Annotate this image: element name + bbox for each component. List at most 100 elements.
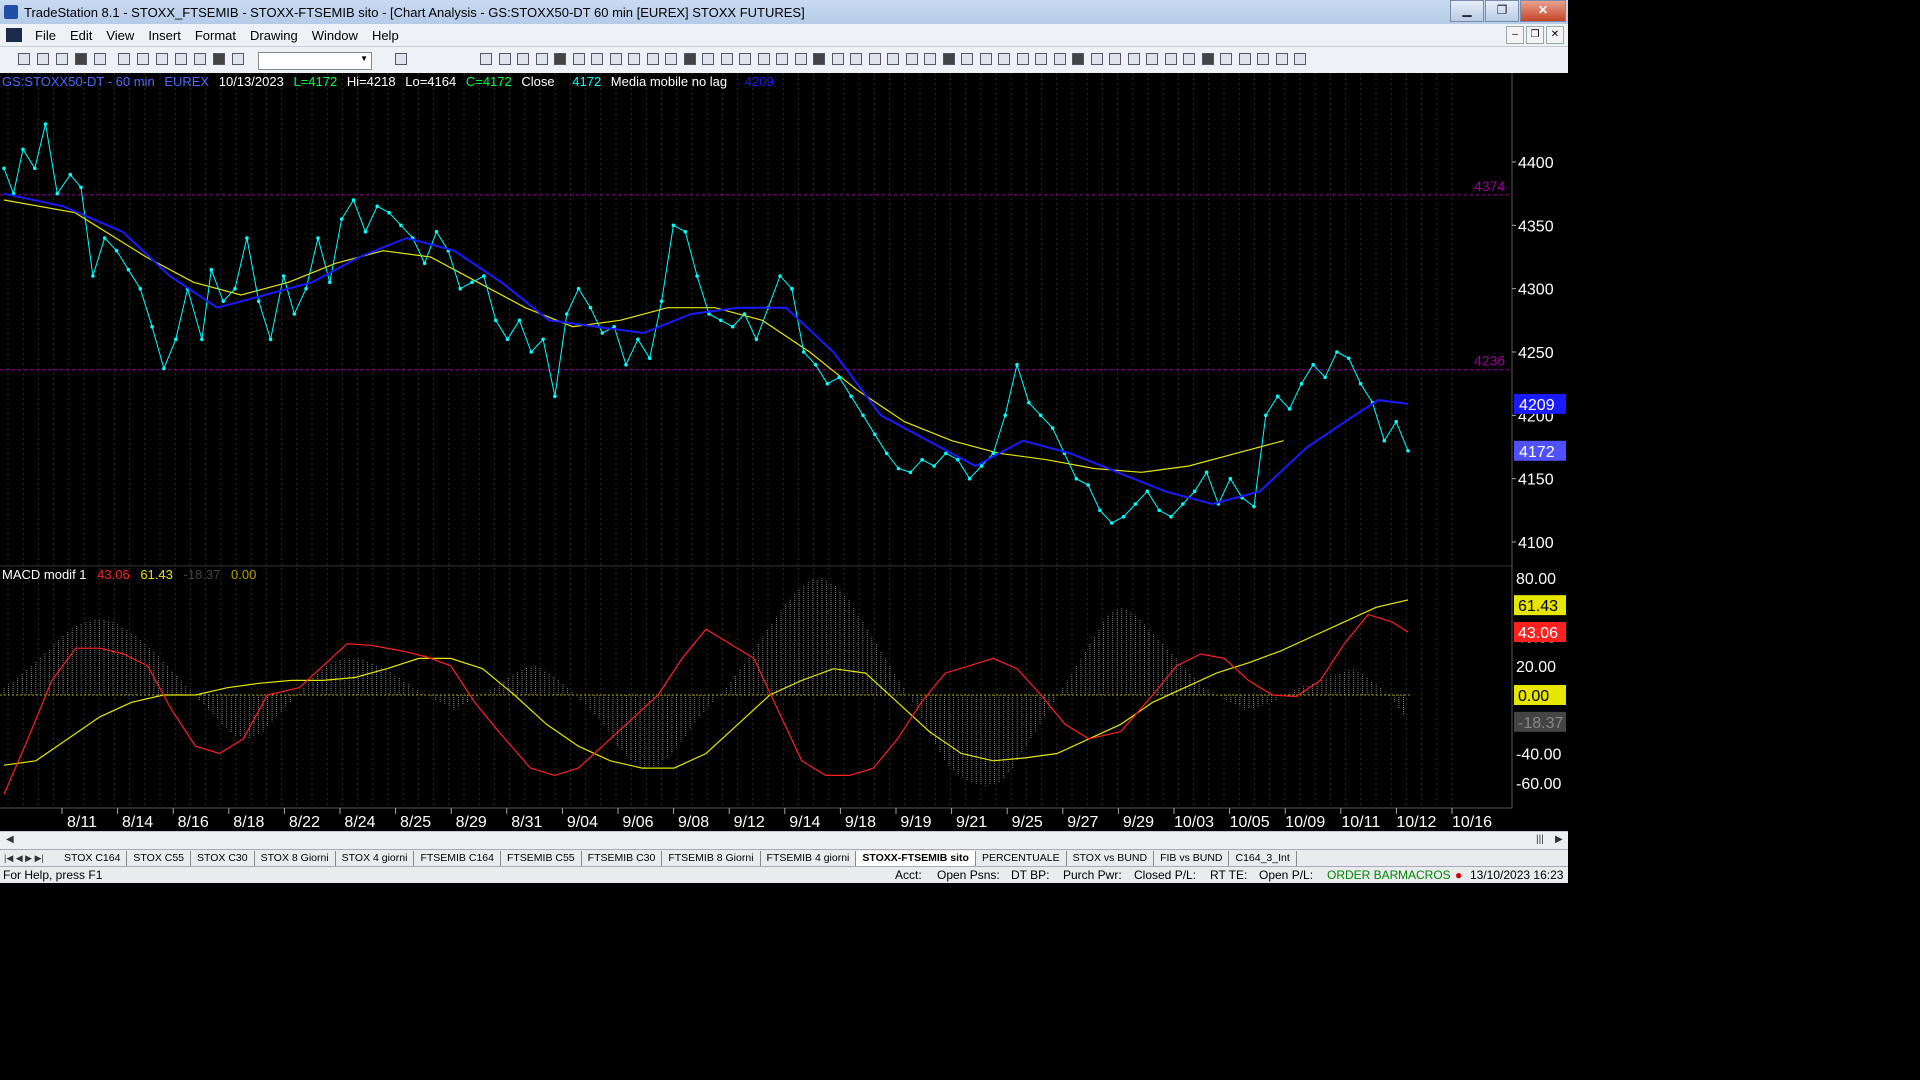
menu-insert[interactable]: Insert — [141, 28, 188, 43]
toolbar-tool-icon[interactable] — [757, 53, 770, 65]
toolbar-tool-icon[interactable] — [1257, 53, 1269, 65]
toolbar-tool-icon[interactable] — [905, 53, 918, 65]
workspace-tab[interactable]: STOX C55 — [127, 851, 191, 866]
menu-edit[interactable]: Edit — [63, 28, 99, 43]
scroll-grip-icon[interactable]: ||| — [1536, 834, 1544, 845]
toolbar-tool-icon[interactable] — [1201, 53, 1214, 65]
toolbar-tool-icon[interactable] — [942, 53, 955, 65]
toolbar-tool-icon[interactable] — [591, 53, 603, 65]
menu-format[interactable]: Format — [188, 28, 243, 43]
workspace-tab[interactable]: STOX 4 giorni — [336, 851, 415, 866]
minimize-button[interactable]: ▁ — [1450, 0, 1484, 22]
toolbar-tool-icon[interactable] — [137, 53, 149, 65]
menu-view[interactable]: View — [99, 28, 141, 43]
toolbar-tool-icon[interactable] — [1183, 53, 1195, 65]
scroll-right-icon[interactable]: ▶ — [1555, 834, 1563, 845]
workspace-tab[interactable]: STOX vs BUND — [1067, 851, 1155, 866]
menu-file[interactable]: File — [28, 28, 63, 43]
workspace-tab[interactable]: FTSEMIB C55 — [501, 851, 582, 866]
menu-help[interactable]: Help — [365, 28, 406, 43]
toolbar-tool-icon[interactable] — [535, 53, 548, 65]
scroll-left-icon[interactable]: ◀ — [6, 834, 14, 845]
status-macros[interactable]: MACROS — [1398, 868, 1451, 882]
toolbar-tool-icon[interactable] — [868, 53, 881, 65]
workspace-tab[interactable]: FTSEMIB 8 Giorni — [662, 851, 761, 866]
close-button[interactable]: ✕ — [1520, 0, 1566, 22]
menu-drawing[interactable]: Drawing — [243, 28, 305, 43]
toolbar-tool-icon[interactable] — [1294, 53, 1306, 65]
workspace-tab[interactable]: STOX 8 Giorni — [255, 851, 336, 866]
toolbar-tool-icon[interactable] — [18, 53, 30, 65]
symbol-combo[interactable] — [258, 52, 372, 70]
toolbar-tool-icon[interactable] — [628, 53, 640, 65]
price-point — [2, 166, 6, 171]
toolbar-tool-icon[interactable] — [1090, 53, 1103, 65]
toolbar-tool-icon[interactable] — [37, 53, 49, 65]
toolbar-tool-icon[interactable] — [175, 53, 187, 65]
menu-window[interactable]: Window — [305, 28, 365, 43]
toolbar-tool-icon[interactable] — [702, 53, 714, 65]
toolbar-tool-icon[interactable] — [554, 53, 566, 65]
toolbar-tool-icon[interactable] — [887, 53, 899, 65]
toolbar-tool-icon[interactable] — [480, 53, 492, 65]
doc-restore-button[interactable]: ❐ — [1526, 26, 1544, 44]
toolbar-tool-icon[interactable] — [56, 53, 68, 65]
price-point — [1382, 438, 1387, 443]
workspace-tab[interactable]: STOX C164 — [58, 851, 128, 866]
toolbar-tool-icon[interactable] — [665, 53, 677, 65]
header-lo: Lo=4164 — [405, 74, 457, 89]
toolbar-tool-icon[interactable] — [813, 53, 825, 65]
status-order-bar[interactable]: ORDER BAR — [1327, 868, 1398, 882]
toolbar-tool-icon[interactable] — [75, 53, 87, 65]
toolbar-tool-icon[interactable] — [194, 53, 206, 65]
toolbar-tool-icon[interactable] — [1275, 53, 1288, 65]
workspace-tab[interactable]: PERCENTUALE — [976, 851, 1067, 866]
toolbar-tool-icon[interactable] — [850, 53, 862, 65]
toolbar-tool-icon[interactable] — [213, 53, 225, 65]
toolbar-tool-icon[interactable] — [1146, 53, 1158, 65]
toolbar-tool-icon[interactable] — [156, 53, 168, 65]
toolbar-tool-icon[interactable] — [831, 53, 844, 65]
toolbar-tool-icon[interactable] — [94, 53, 106, 65]
workspace-tab[interactable]: STOX C30 — [191, 851, 255, 866]
toolbar-tool-icon[interactable] — [1164, 53, 1177, 65]
toolbar-tool-icon[interactable] — [1109, 53, 1121, 65]
doc-close-button[interactable]: ✕ — [1546, 26, 1564, 44]
toolbar-tool-icon[interactable] — [1238, 53, 1251, 65]
toolbar-tool-icon[interactable] — [794, 53, 807, 65]
workspace-tab[interactable]: FTSEMIB C164 — [414, 851, 501, 866]
toolbar-tool-icon[interactable] — [961, 53, 973, 65]
workspace-tab[interactable]: STOXX-FTSEMIB sito — [856, 851, 976, 866]
workspace-tab[interactable]: FTSEMIB C30 — [582, 851, 663, 866]
toolbar-tool-icon[interactable] — [776, 53, 788, 65]
toolbar-tool-icon[interactable] — [1072, 53, 1084, 65]
toolbar-tool-icon[interactable] — [1127, 53, 1140, 65]
toolbar-tool-icon[interactable] — [1053, 53, 1066, 65]
toolbar-tool-icon[interactable] — [232, 53, 244, 65]
toolbar-tool-icon[interactable] — [646, 53, 659, 65]
tab-nav-icon[interactable]: |◀ ◀ ▶ ▶| — [0, 853, 58, 864]
toolbar-tool-icon[interactable] — [1220, 53, 1232, 65]
toolbar-tool-icon[interactable] — [609, 53, 622, 65]
toolbar-tool-icon[interactable] — [395, 53, 407, 65]
toolbar-tool-icon[interactable] — [498, 53, 511, 65]
horizontal-scrollbar[interactable]: ◀ ||| ▶ — [0, 831, 1568, 849]
toolbar-tool-icon[interactable] — [118, 53, 130, 65]
toolbar-tool-icon[interactable] — [683, 53, 696, 65]
workspace-tab[interactable]: FIB vs BUND — [1154, 851, 1230, 866]
toolbar-tool-icon[interactable] — [517, 53, 529, 65]
toolbar-tool-icon[interactable] — [1016, 53, 1029, 65]
toolbar-tool-icon[interactable] — [572, 53, 585, 65]
toolbar-tool-icon[interactable] — [1035, 53, 1047, 65]
workspace-tab[interactable]: C164_3_Int — [1229, 851, 1297, 866]
workspace-tab[interactable]: FTSEMIB 4 giorni — [761, 851, 857, 866]
toolbar-tool-icon[interactable] — [998, 53, 1010, 65]
toolbar-tool-icon[interactable] — [720, 53, 733, 65]
macd-label-text: 61.43 — [1518, 598, 1558, 615]
maximize-button[interactable]: ❐ — [1485, 0, 1519, 22]
doc-minimize-button[interactable]: – — [1506, 26, 1524, 44]
chart-area[interactable]: 4374 4236 4400 4350 4300 4250 4200 4150 4100 4209… — [0, 73, 1568, 831]
toolbar-tool-icon[interactable] — [739, 53, 751, 65]
toolbar-tool-icon[interactable] — [924, 53, 936, 65]
toolbar-tool-icon[interactable] — [979, 53, 992, 65]
